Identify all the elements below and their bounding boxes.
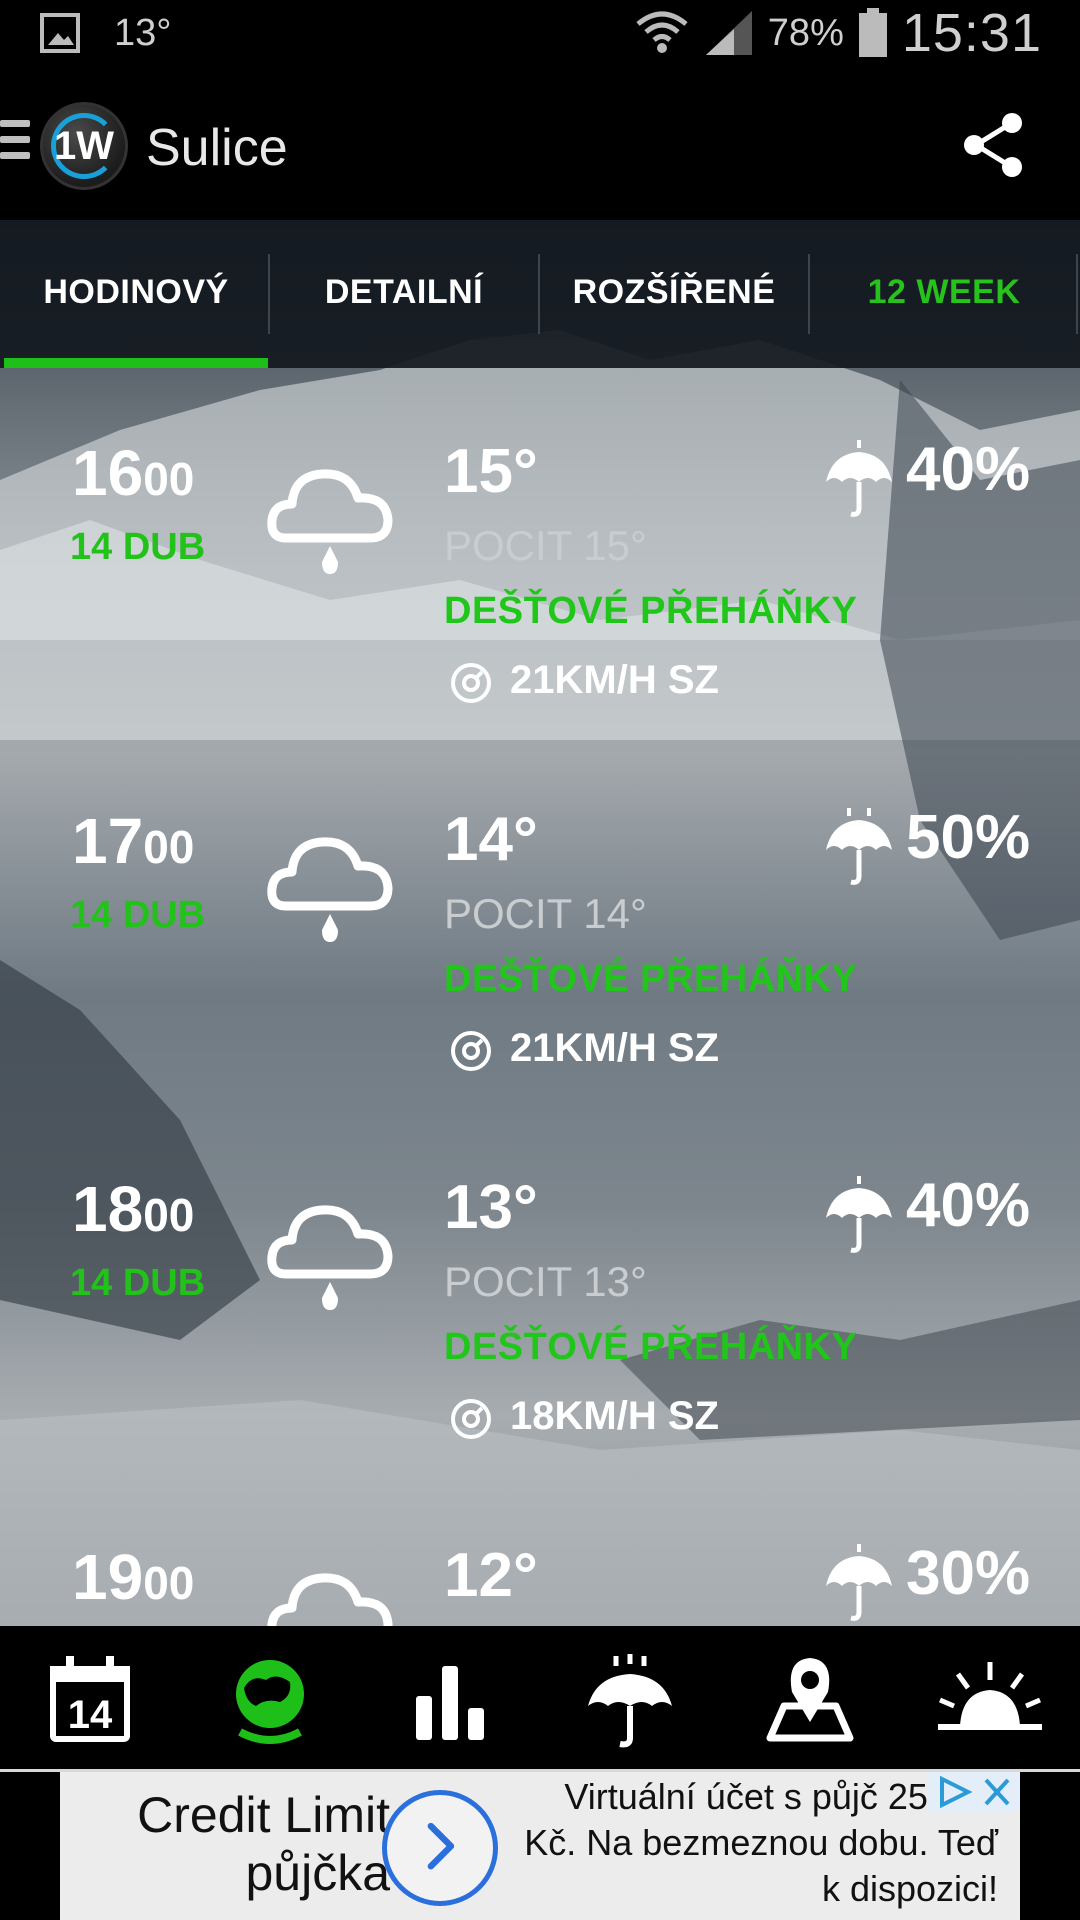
tab-rozsirene[interactable]: ROZŠÍŘENÉ bbox=[540, 248, 808, 336]
umbrella-icon bbox=[826, 440, 892, 517]
tab-12-week[interactable]: 12 WEEK bbox=[810, 248, 1078, 336]
rain-cloud-icon bbox=[267, 1573, 393, 1626]
map-pin-icon[interactable] bbox=[762, 1652, 858, 1748]
calendar-day-number: 14 bbox=[68, 1693, 113, 1737]
forecast-date: 14 DUB bbox=[70, 526, 206, 568]
city-name[interactable]: Sulice bbox=[146, 118, 288, 178]
umbrella-icon[interactable] bbox=[582, 1652, 678, 1748]
ad-body-text[interactable]: Virtuální účet s půjč 25.000 Kč. Na bezm… bbox=[520, 1774, 998, 1912]
gallery-notification-icon bbox=[40, 13, 80, 53]
sunrise-icon[interactable] bbox=[934, 1652, 1046, 1748]
wind-direction-icon bbox=[451, 1399, 491, 1439]
forecast-row[interactable]: 1800 14 DUB 13° POCIT 13° DEŠŤOVÉ PŘEHÁŇ… bbox=[0, 1166, 1080, 1534]
tab-hodinovy[interactable]: HODINOVÝ bbox=[2, 248, 270, 336]
forecast-feels-like: POCIT 13° bbox=[444, 1258, 647, 1305]
status-clock: 15:31 bbox=[901, 3, 1042, 63]
forecast-rain-probability: 40% bbox=[906, 1171, 1031, 1240]
wifi-icon bbox=[636, 11, 688, 53]
forecast-description: DEŠŤOVÉ PŘEHÁŇKY bbox=[444, 958, 858, 1000]
forecast-row[interactable]: 1600 14 DUB 15° POCIT 15° DEŠŤOVÉ PŘEHÁŇ… bbox=[0, 430, 1080, 798]
forecast-wind: 21KM/H SZ bbox=[510, 658, 719, 702]
status-bar: 13° 78% 15:31 bbox=[0, 0, 1080, 66]
forecast-wind: 21KM/H SZ bbox=[510, 1026, 719, 1070]
umbrella-icon bbox=[826, 1544, 892, 1621]
forecast-date: 14 DUB bbox=[70, 1262, 206, 1304]
status-temperature: 13° bbox=[114, 11, 172, 54]
ad-arrow-icon[interactable] bbox=[382, 1790, 498, 1906]
forecast-feels-like: POCIT 14° bbox=[444, 890, 647, 937]
app-bar: 1W Sulice bbox=[0, 66, 1080, 220]
bar-chart-icon[interactable] bbox=[402, 1652, 498, 1748]
bottom-navigation: 14 bbox=[0, 1626, 1080, 1772]
forecast-description: DEŠŤOVÉ PŘEHÁŇKY bbox=[444, 590, 858, 632]
ad-choices-icon[interactable] bbox=[936, 1776, 972, 1808]
calendar-icon[interactable]: 14 bbox=[42, 1652, 138, 1748]
ad-title[interactable]: Credit Limit půjčka bbox=[60, 1786, 390, 1902]
tab-detailni[interactable]: DETAILNÍ bbox=[270, 248, 538, 336]
battery-icon bbox=[858, 8, 887, 57]
share-icon[interactable] bbox=[958, 110, 1028, 180]
ad-banner[interactable]: Credit Limit půjčka Virtuální účet s půj… bbox=[0, 1772, 1080, 1920]
forecast-description: DEŠŤOVÉ PŘEHÁŇKY bbox=[444, 1326, 858, 1368]
ad-close-icon[interactable] bbox=[980, 1776, 1014, 1808]
forecast-date: 14 DUB bbox=[70, 894, 206, 936]
menu-icon[interactable] bbox=[0, 120, 30, 166]
rain-cloud-icon bbox=[267, 1205, 393, 1310]
app-logo-text: 1W bbox=[54, 124, 114, 168]
forecast-rain-probability: 30% bbox=[906, 1539, 1031, 1608]
wind-direction-icon bbox=[451, 663, 491, 703]
forecast-temperature: 15° bbox=[444, 437, 538, 506]
forecast-hour: 1900 bbox=[72, 1541, 195, 1613]
app-logo[interactable]: 1W bbox=[40, 102, 128, 190]
forecast-row[interactable]: 1700 14 DUB 14° POCIT 14° DEŠŤOVÉ PŘEHÁŇ… bbox=[0, 798, 1080, 1166]
forecast-temperature: 13° bbox=[444, 1173, 538, 1242]
forecast-rain-probability: 40% bbox=[906, 435, 1031, 504]
globe-icon[interactable] bbox=[222, 1652, 318, 1748]
forecast-rain-probability: 50% bbox=[906, 803, 1031, 872]
rain-cloud-icon bbox=[267, 469, 393, 574]
forecast-hour: 1700 bbox=[72, 805, 195, 877]
ad-choices[interactable] bbox=[928, 1772, 1020, 1812]
tab-bar: HODINOVÝ DETAILNÍ ROZŠÍŘENÉ 12 WEEK bbox=[0, 220, 1080, 368]
rain-cloud-icon bbox=[267, 837, 393, 942]
wind-direction-icon bbox=[451, 1031, 491, 1071]
forecast-temperature: 14° bbox=[444, 805, 538, 874]
forecast-feels-like: POCIT 15° bbox=[444, 522, 647, 569]
active-tab-indicator bbox=[4, 358, 268, 368]
forecast-hour: 1600 bbox=[72, 437, 195, 509]
umbrella-icon bbox=[826, 808, 892, 885]
forecast-hour: 1800 bbox=[72, 1173, 195, 1245]
forecast-row[interactable]: 1900 12° 30% bbox=[0, 1534, 1080, 1626]
signal-icon bbox=[705, 11, 752, 55]
umbrella-icon bbox=[826, 1176, 892, 1253]
forecast-wind: 18KM/H SZ bbox=[510, 1394, 719, 1438]
battery-percent: 78% bbox=[767, 11, 844, 54]
forecast-temperature: 12° bbox=[444, 1541, 538, 1610]
